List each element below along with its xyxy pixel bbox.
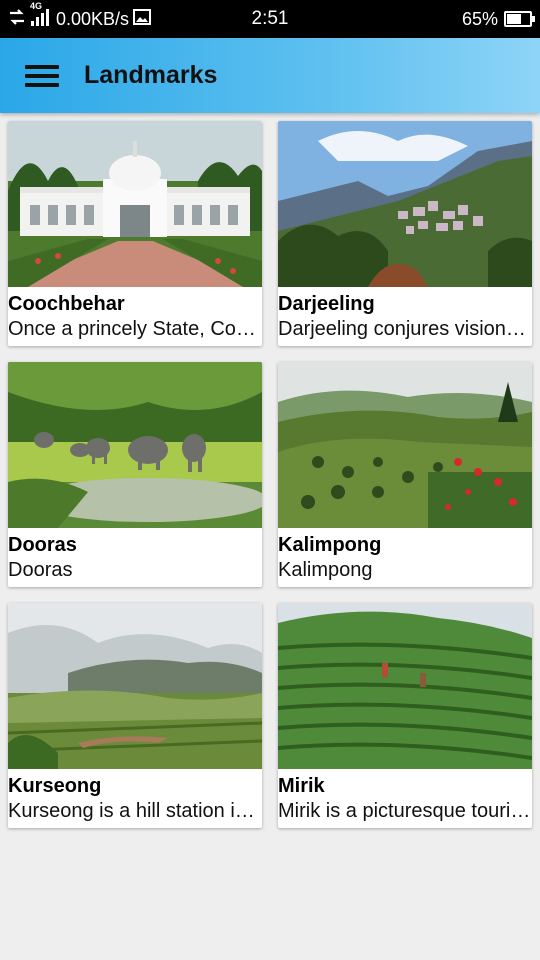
hamburger-menu-icon xyxy=(25,64,59,87)
landmark-image-dooras xyxy=(8,362,262,528)
landmark-card-coochbehar[interactable]: Coochbehar Once a princely State, Coochb… xyxy=(8,121,262,346)
status-left: 4G 0.00KB/s xyxy=(8,1,208,32)
battery-icon xyxy=(504,11,535,27)
page-title: Landmarks xyxy=(84,61,218,89)
landmark-image-kurseong xyxy=(8,603,262,769)
app-bar: Landmarks xyxy=(0,38,540,113)
landmark-card-dooras[interactable]: Dooras Dooras xyxy=(8,362,262,587)
landmark-card-kalimpong[interactable]: Kalimpong Kalimpong xyxy=(278,362,532,587)
landmark-image-mirik xyxy=(278,603,532,769)
landmark-title: Kurseong xyxy=(8,775,102,797)
landmark-description: Once a princely State, Coochbehar... xyxy=(8,318,262,340)
signal-icon: 4G xyxy=(30,1,52,32)
menu-button[interactable] xyxy=(0,38,84,113)
status-right: 65% xyxy=(461,8,535,30)
landmark-card-darjeeling[interactable]: Darjeeling Darjeeling conjures visions o… xyxy=(278,121,532,346)
landmark-description: Darjeeling conjures visions of... xyxy=(278,318,532,340)
landmark-description: Kalimpong xyxy=(278,559,373,581)
landmark-title: Darjeeling xyxy=(278,293,375,315)
landmark-title: Dooras xyxy=(8,534,77,556)
landmark-description: Mirik is a picturesque tourist... xyxy=(278,800,532,822)
landmark-image-kalimpong xyxy=(278,362,532,528)
landmark-image-darjeeling xyxy=(278,121,532,287)
landmark-title: Coochbehar xyxy=(8,293,125,315)
battery-percent: 65% xyxy=(461,8,498,29)
image-notification-icon xyxy=(133,8,152,30)
landmark-card-kurseong[interactable]: Kurseong Kurseong is a hill station in..… xyxy=(8,603,262,828)
data-transfer-icon xyxy=(8,8,26,31)
landmark-image-coochbehar xyxy=(8,121,262,287)
network-type-label: 4G xyxy=(30,0,43,11)
status-bar: 4G 0.00KB/s 2:51 65% xyxy=(0,0,540,38)
landmark-title: Kalimpong xyxy=(278,534,382,556)
landmark-title: Mirik xyxy=(278,775,325,797)
battery-fill xyxy=(507,14,521,24)
landmarks-grid: Coochbehar Once a princely State, Coochb… xyxy=(8,121,532,828)
network-speed: 0.00KB/s xyxy=(56,8,130,29)
landmark-description: Kurseong is a hill station in... xyxy=(8,800,262,822)
landmark-card-mirik[interactable]: Mirik Mirik is a picturesque tourist... xyxy=(278,603,532,828)
landmark-description: Dooras xyxy=(8,559,73,581)
